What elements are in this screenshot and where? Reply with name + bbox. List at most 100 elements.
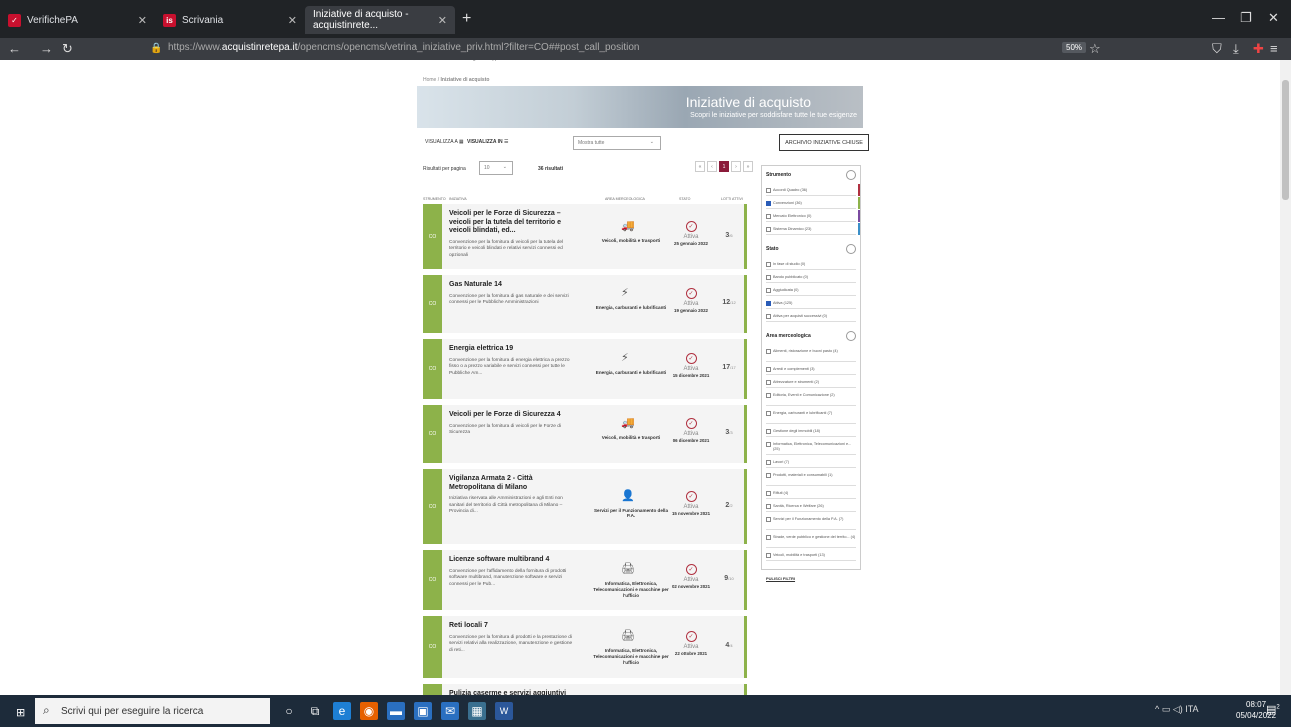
collapse-toggle-icon[interactable]: [846, 244, 856, 254]
chevron-up-icon[interactable]: ^: [1155, 704, 1159, 714]
checkbox[interactable]: [766, 275, 771, 281]
initiative-card[interactable]: CO Gas Naturale 14 Convenzione per la fo…: [423, 275, 747, 333]
firefox-icon[interactable]: ◉: [360, 702, 378, 720]
filter-option[interactable]: Sanità, Ricerca e Welfare (26): [766, 504, 856, 510]
checkbox[interactable]: [766, 504, 771, 510]
checkbox[interactable]: [766, 227, 771, 233]
word-icon[interactable]: W: [495, 702, 513, 720]
maximize-button[interactable]: ❐: [1240, 10, 1252, 26]
filter-option[interactable]: Aggiudicata (0): [766, 288, 856, 294]
initiative-card[interactable]: CO Reti locali 7 Convenzione per la forn…: [423, 616, 747, 678]
taskbar-search[interactable]: ⌕ Scrivi qui per eseguire la ricerca: [35, 698, 270, 724]
checkbox[interactable]: [766, 214, 771, 220]
volume-icon[interactable]: ◁): [1173, 704, 1183, 714]
checkbox[interactable]: [766, 288, 771, 294]
reset-filters-link[interactable]: PULISCI FILTRI: [766, 576, 795, 581]
close-icon[interactable]: ✕: [438, 14, 447, 27]
edge-icon[interactable]: e: [333, 702, 351, 720]
filter-option[interactable]: Lavori (7): [766, 460, 856, 466]
bookmark-star-icon[interactable]: ☆: [1089, 41, 1101, 57]
filter-option[interactable]: Attiva (125): [766, 301, 856, 307]
checkbox[interactable]: [766, 201, 771, 207]
back-button[interactable]: ←: [8, 41, 21, 56]
initiative-card[interactable]: CO Pulizia caserme e servizi aggiuntivi …: [423, 684, 747, 695]
checkbox[interactable]: [766, 429, 771, 435]
page-1[interactable]: 1: [719, 161, 729, 172]
page-last[interactable]: »: [743, 161, 753, 172]
notifications-icon[interactable]: ▤2: [1266, 703, 1280, 716]
new-tab-button[interactable]: +: [462, 10, 471, 28]
zoom-indicator[interactable]: 50%: [1062, 42, 1087, 53]
initiative-card[interactable]: CO Licenze software multibrand 4 Convenz…: [423, 550, 747, 610]
filter-option[interactable]: Informatica, Elettronica, Telecomunicazi…: [766, 442, 856, 451]
initiative-title[interactable]: Gas Naturale 14: [449, 281, 573, 290]
initiative-title[interactable]: Vigilanza Armata 2 - Città Metropolitana…: [449, 475, 573, 492]
store-icon[interactable]: ▣: [414, 702, 432, 720]
collapse-toggle-icon[interactable]: [846, 170, 856, 180]
view-tiles-toggle[interactable]: VISUALIZZA A ▦: [425, 139, 464, 145]
initiative-title[interactable]: Veicoli per le Forze di Sicurezza – veic…: [449, 210, 573, 236]
col-state[interactable]: STATO: [679, 197, 690, 201]
filter-option[interactable]: Gestione degli immobili (18): [766, 429, 856, 435]
filter-option[interactable]: Convenzioni (36): [766, 201, 856, 207]
col-area[interactable]: AREA MERCEOLOGICA: [605, 197, 645, 201]
filter-option[interactable]: Veicoli, mobilità e trasporti (13): [766, 553, 856, 559]
close-icon[interactable]: ✕: [138, 14, 147, 27]
filter-option[interactable]: In fase di studio (0): [766, 262, 856, 268]
filter-option[interactable]: Alimenti, ristorazione e buoni pasto (4): [766, 349, 856, 355]
checkbox[interactable]: [766, 314, 771, 320]
filter-option[interactable]: Sistema Dinamico (23): [766, 227, 856, 233]
menu-icon[interactable]: ≡: [1270, 41, 1278, 56]
checkbox[interactable]: [766, 491, 771, 497]
initiative-card[interactable]: CO Energia elettrica 19 Convenzione per …: [423, 339, 747, 399]
tab-verifichepa[interactable]: ✓ VerificheP​A ✕: [0, 6, 155, 34]
checkbox[interactable]: [766, 367, 771, 373]
checkbox[interactable]: [766, 442, 771, 448]
col-tool[interactable]: STRUMENTO: [423, 197, 446, 201]
pocket-icon[interactable]: ⛉: [1212, 41, 1222, 57]
filter-option[interactable]: Arredi e complementi (3): [766, 367, 856, 373]
initiative-card[interactable]: CO Vigilanza Armata 2 - Città Metropolit…: [423, 469, 747, 544]
reload-button[interactable]: ↻: [62, 41, 73, 57]
scrollbar-thumb[interactable]: [1282, 80, 1289, 200]
checkbox[interactable]: [766, 349, 771, 355]
initiative-title[interactable]: Veicoli per le Forze di Sicurezza 4: [449, 411, 573, 420]
checkbox[interactable]: [766, 535, 771, 541]
filter-option[interactable]: Editoria, Eventi e Comunicazione (2): [766, 393, 856, 399]
filter-option[interactable]: Accordi Quadro (36): [766, 188, 856, 194]
filter-dropdown[interactable]: Mostra tutte ⌄: [573, 136, 661, 150]
initiative-title[interactable]: Reti locali 7: [449, 622, 573, 631]
initiative-card[interactable]: CO Veicoli per le Forze di Sicurezza 4 C…: [423, 405, 747, 463]
filter-option[interactable]: Energia, carburanti e lubrificanti (7): [766, 411, 856, 417]
checkbox[interactable]: [766, 411, 771, 417]
initiative-title[interactable]: Energia elettrica 19: [449, 345, 573, 354]
filter-option[interactable]: Attrezzature e strumenti (2): [766, 380, 856, 386]
filter-option[interactable]: Servizi per il Funzionamento della P.A. …: [766, 517, 856, 523]
page-first[interactable]: «: [695, 161, 705, 172]
task-view-icon[interactable]: ⧉: [306, 702, 324, 720]
cortana-icon[interactable]: ○: [280, 702, 298, 720]
tab-iniziative[interactable]: Iniziative di acquisto - acquistinrete..…: [305, 6, 455, 34]
filter-option[interactable]: Bando pubblicato (0): [766, 275, 856, 281]
initiative-title[interactable]: Licenze software multibrand 4: [449, 556, 573, 565]
filter-option[interactable]: Mercato Elettronico (0): [766, 214, 856, 220]
scrollbar[interactable]: [1280, 60, 1291, 695]
col-name[interactable]: INIZIATIVA: [449, 197, 467, 201]
checkbox[interactable]: [766, 393, 771, 399]
view-list-toggle[interactable]: VISUALIZZA IN ☰: [467, 139, 509, 145]
minimize-button[interactable]: —: [1212, 10, 1225, 25]
network-icon[interactable]: ▭: [1162, 704, 1171, 714]
filter-option[interactable]: Attiva per acquisti successivi (0): [766, 314, 856, 320]
forward-button[interactable]: →: [40, 41, 53, 56]
checkbox[interactable]: [766, 301, 771, 307]
collapse-toggle-icon[interactable]: [846, 331, 856, 341]
site-top-links[interactable]: Chi siamo Area merceologiche Supporto Va…: [417, 60, 863, 68]
initiative-card[interactable]: CO Veicoli per le Forze di Sicurezza – v…: [423, 204, 747, 269]
filter-option[interactable]: Prodotti, materiali e consumabili (1): [766, 473, 856, 479]
checkbox[interactable]: [766, 262, 771, 268]
breadcrumb-home[interactable]: Home: [423, 77, 436, 83]
per-page-select[interactable]: 10 ⌄: [479, 161, 513, 175]
window-close-button[interactable]: ✕: [1268, 10, 1279, 26]
download-icon[interactable]: ⤓: [1233, 41, 1239, 57]
mail-icon[interactable]: ✉: [441, 702, 459, 720]
